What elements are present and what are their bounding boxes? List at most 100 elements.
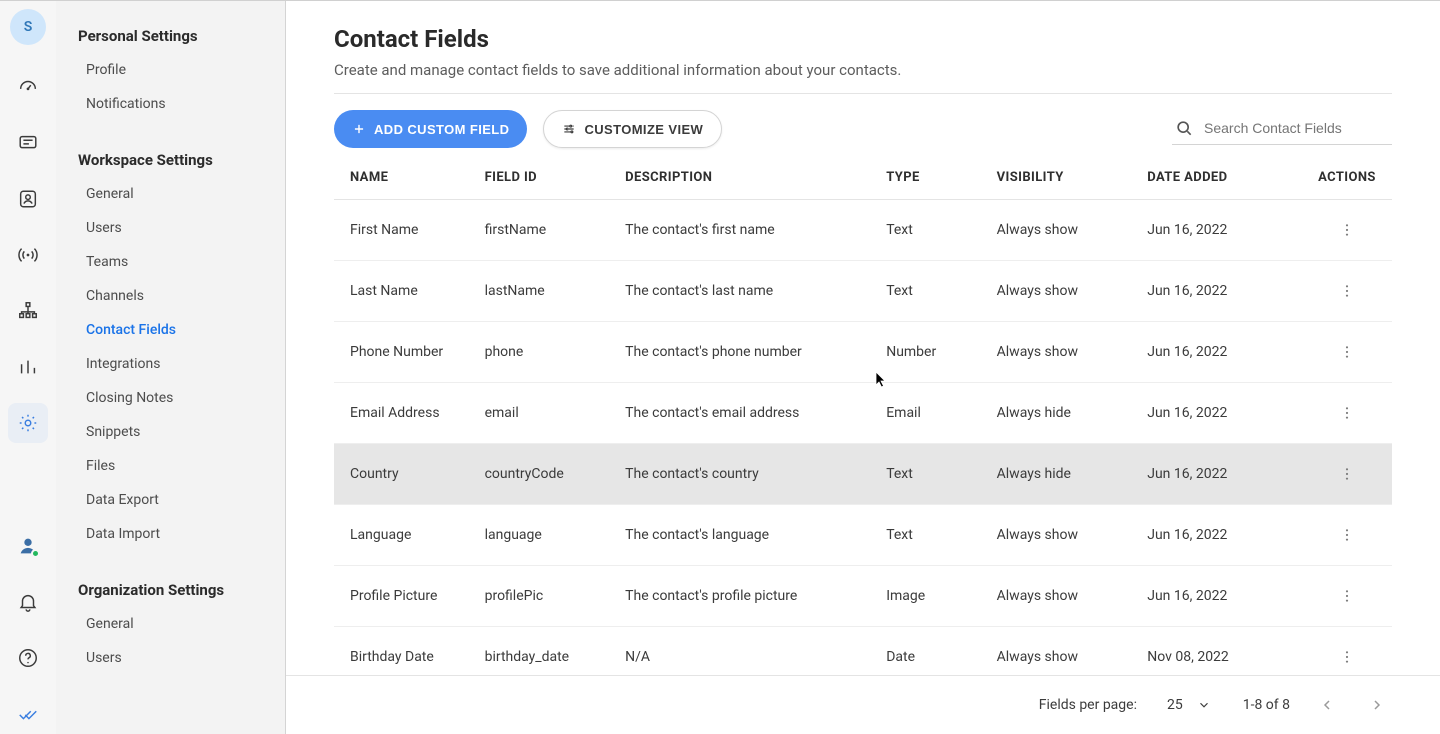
cell-type: Image <box>886 566 996 627</box>
nav-teams[interactable]: Teams <box>56 245 285 279</box>
next-page-button[interactable] <box>1362 690 1392 720</box>
cell-date-added: Jun 16, 2022 <box>1147 383 1318 444</box>
row-actions-button[interactable] <box>1333 338 1361 366</box>
cell-actions <box>1318 566 1392 627</box>
double-check-icon[interactable] <box>8 694 48 734</box>
user-presence-icon[interactable] <box>8 526 48 566</box>
cell-field-id: birthday_date <box>485 627 626 676</box>
table-row[interactable]: Last NamelastNameThe contact's last name… <box>334 261 1392 322</box>
table-row[interactable]: First NamefirstNameThe contact's first n… <box>334 200 1392 261</box>
cell-description: The contact's email address <box>625 383 886 444</box>
col-field-id[interactable]: FIELD ID <box>485 160 626 200</box>
row-actions-button[interactable] <box>1333 399 1361 427</box>
col-date-added[interactable]: DATE ADDED <box>1147 160 1318 200</box>
table-row[interactable]: Phone NumberphoneThe contact's phone num… <box>334 322 1392 383</box>
nav-users-ws[interactable]: Users <box>56 211 285 245</box>
avatar[interactable]: S <box>10 9 46 45</box>
more-vertical-icon <box>1339 588 1355 604</box>
cell-field-id: profilePic <box>485 566 626 627</box>
more-vertical-icon <box>1339 222 1355 238</box>
row-actions-button[interactable] <box>1333 460 1361 488</box>
search-input[interactable] <box>1204 120 1390 136</box>
cell-visibility: Always show <box>997 566 1148 627</box>
nav-general-org[interactable]: General <box>56 607 285 641</box>
prev-page-button[interactable] <box>1312 690 1342 720</box>
app-root: S <box>0 0 1440 734</box>
notifications-bell-icon[interactable] <box>8 582 48 622</box>
row-actions-button[interactable] <box>1333 521 1361 549</box>
help-icon[interactable] <box>8 638 48 678</box>
broadcast-icon[interactable] <box>8 235 48 275</box>
per-page-control: Fields per page: 25 <box>1039 691 1221 719</box>
cell-type: Text <box>886 261 996 322</box>
dashboard-icon[interactable] <box>8 67 48 107</box>
cell-visibility: Always hide <box>997 383 1148 444</box>
cell-type: Text <box>886 505 996 566</box>
row-actions-button[interactable] <box>1333 277 1361 305</box>
contacts-icon[interactable] <box>8 179 48 219</box>
settings-icon[interactable] <box>8 403 48 443</box>
more-vertical-icon <box>1339 466 1355 482</box>
content-region: Contact Fields Create and manage contact… <box>286 1 1440 675</box>
nav-general-ws[interactable]: General <box>56 177 285 211</box>
table-footer: Fields per page: 25 1-8 of 8 <box>286 675 1440 734</box>
cell-actions <box>1318 444 1392 505</box>
table-header-row: NAME FIELD ID DESCRIPTION TYPE VISIBILIT… <box>334 160 1392 200</box>
nav-channels[interactable]: Channels <box>56 279 285 313</box>
more-vertical-icon <box>1339 527 1355 543</box>
cell-field-id: language <box>485 505 626 566</box>
cell-date-added: Jun 16, 2022 <box>1147 566 1318 627</box>
more-vertical-icon <box>1339 649 1355 665</box>
cell-visibility: Always show <box>997 261 1148 322</box>
nav-users-org[interactable]: Users <box>56 641 285 675</box>
row-actions-button[interactable] <box>1333 643 1361 671</box>
personal-settings-heading: Personal Settings <box>56 19 285 53</box>
row-actions-button[interactable] <box>1333 582 1361 610</box>
cell-date-added: Jun 16, 2022 <box>1147 200 1318 261</box>
col-description[interactable]: DESCRIPTION <box>625 160 886 200</box>
cell-field-id: phone <box>485 322 626 383</box>
cell-visibility: Always show <box>997 200 1148 261</box>
org-settings-heading: Organization Settings <box>56 573 285 607</box>
main-panel: Contact Fields Create and manage contact… <box>286 1 1440 734</box>
nav-contact-fields[interactable]: Contact Fields <box>56 313 285 347</box>
col-type[interactable]: TYPE <box>886 160 996 200</box>
col-visibility[interactable]: VISIBILITY <box>997 160 1148 200</box>
reports-icon[interactable] <box>8 347 48 387</box>
nav-data-import[interactable]: Data Import <box>56 517 285 551</box>
cell-type: Text <box>886 444 996 505</box>
cell-field-id: email <box>485 383 626 444</box>
cell-name: Phone Number <box>334 322 485 383</box>
cell-date-added: Jun 16, 2022 <box>1147 444 1318 505</box>
chevron-down-icon <box>1197 698 1211 712</box>
nav-integrations[interactable]: Integrations <box>56 347 285 381</box>
row-actions-button[interactable] <box>1333 216 1361 244</box>
table-row[interactable]: LanguagelanguageThe contact's languageTe… <box>334 505 1392 566</box>
add-custom-field-button[interactable]: ADD CUSTOM FIELD <box>334 110 527 148</box>
workflows-icon[interactable] <box>8 291 48 331</box>
messages-icon[interactable] <box>8 123 48 163</box>
nav-snippets[interactable]: Snippets <box>56 415 285 449</box>
cell-description: N/A <box>625 627 886 676</box>
table-row[interactable]: CountrycountryCodeThe contact's countryT… <box>334 444 1392 505</box>
cell-name: Email Address <box>334 383 485 444</box>
nav-notifications[interactable]: Notifications <box>56 87 285 121</box>
search-box[interactable] <box>1172 114 1392 145</box>
table-row[interactable]: Profile PictureprofilePicThe contact's p… <box>334 566 1392 627</box>
nav-closing-notes[interactable]: Closing Notes <box>56 381 285 415</box>
col-actions: ACTIONS <box>1318 160 1392 200</box>
more-vertical-icon <box>1339 283 1355 299</box>
nav-files[interactable]: Files <box>56 449 285 483</box>
col-name[interactable]: NAME <box>334 160 485 200</box>
nav-profile[interactable]: Profile <box>56 53 285 87</box>
cell-date-added: Jun 16, 2022 <box>1147 322 1318 383</box>
cell-name: Last Name <box>334 261 485 322</box>
search-icon <box>1174 118 1194 138</box>
cell-description: The contact's profile picture <box>625 566 886 627</box>
customize-view-button[interactable]: CUSTOMIZE VIEW <box>543 110 722 148</box>
nav-data-export[interactable]: Data Export <box>56 483 285 517</box>
per-page-select[interactable]: 25 <box>1157 691 1221 719</box>
table-row[interactable]: Email AddressemailThe contact's email ad… <box>334 383 1392 444</box>
table-row[interactable]: Birthday Datebirthday_dateN/ADateAlways … <box>334 627 1392 676</box>
cell-description: The contact's country <box>625 444 886 505</box>
